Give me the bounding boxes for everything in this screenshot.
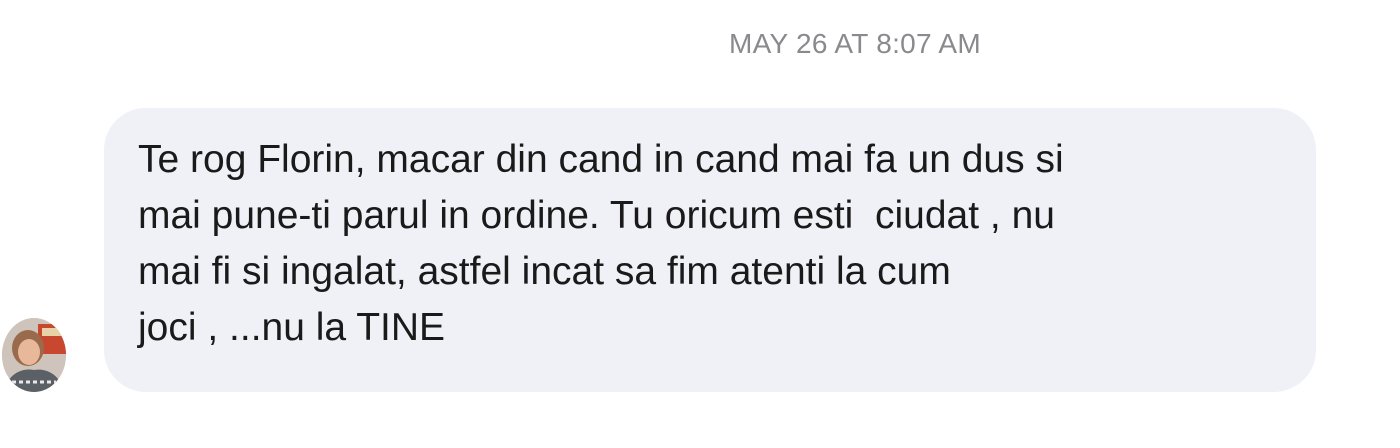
- message-text: Te rog Florin, macar din cand in cand ma…: [138, 138, 1064, 349]
- chat-thread: MAY 26 AT 8:07 AM Te rog Florin, macar d…: [0, 0, 1400, 448]
- message-timestamp: MAY 26 AT 8:07 AM: [728, 28, 982, 59]
- sender-avatar-icon[interactable]: [2, 318, 66, 392]
- message-bubble[interactable]: Te rog Florin, macar din cand in cand ma…: [104, 108, 1316, 392]
